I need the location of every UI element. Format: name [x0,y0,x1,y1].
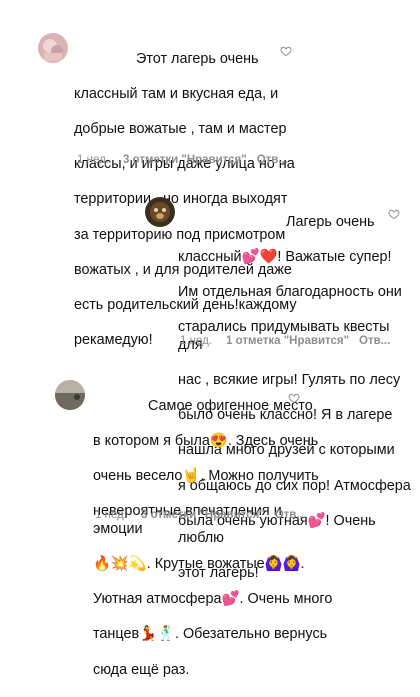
heart-icon[interactable] [280,45,292,57]
comment-time: 1 нед. [77,154,109,166]
comment-line: Этот лагерь очень [136,50,259,67]
comment-meta: 1 нед. 3 отметки "Нравится" Отв... [95,509,306,521]
comment-line: Уютная атмосфера💕. Очень много [93,591,333,608]
comment-line: классный💕❤️! Важатые супер! [178,248,392,265]
comment-line: классный там и вкусная еда, и [74,85,279,102]
likes-count-link[interactable]: 3 отметки "Нравится" [141,509,265,521]
comment-line: сюда ещё раз. [93,661,190,678]
avatar-icon[interactable] [55,380,85,410]
reply-button[interactable]: Отв... [359,335,390,347]
comment-3: Самое офигенное место в котором я была😍.… [0,360,420,678]
comment-line: 🔥💥💫. Крутые вожатые🙆‍♀️🙆‍♀️. [93,555,305,572]
likes-count-link[interactable]: 1 отметка "Нравится" [226,335,349,347]
comment-line: в котором я была😍. Здесь очень [93,432,319,449]
heart-icon[interactable] [388,208,400,220]
comment-line: Им отдельная благодарность они [178,283,402,300]
comment-line: Лагерь очень [286,213,375,230]
likes-count-link[interactable]: 3 отметки "Нравится" [123,154,247,166]
comment-time: 1 нед. [95,509,127,521]
comment-meta: 1 нед. 3 отметки "Нравится" Отв... [77,154,288,166]
comment-2: Лагерь очень классный💕❤️! Важатые супер!… [0,175,420,581]
comment-line: очень весело🤘. Можно получить [93,467,319,484]
reply-button[interactable]: Отв... [275,509,306,521]
heart-icon[interactable] [288,392,300,404]
reply-button[interactable]: Отв... [257,154,288,166]
avatar-icon[interactable] [145,197,175,227]
comment-meta: 1 нед. 1 отметка "Нравится" Отв... [180,335,390,347]
comment-line: танцев💃🕺. Обезательно вернусь [93,626,328,643]
avatar-icon[interactable] [38,33,68,63]
comment-1: Этот лагерь очень классный там и вкусная… [0,0,420,348]
comment-line: добрые вожатые , там и мастер [74,120,287,137]
comment-time: 1 нед. [180,335,212,347]
comment-text: Самое офигенное место в котором я была😍.… [93,380,333,697]
